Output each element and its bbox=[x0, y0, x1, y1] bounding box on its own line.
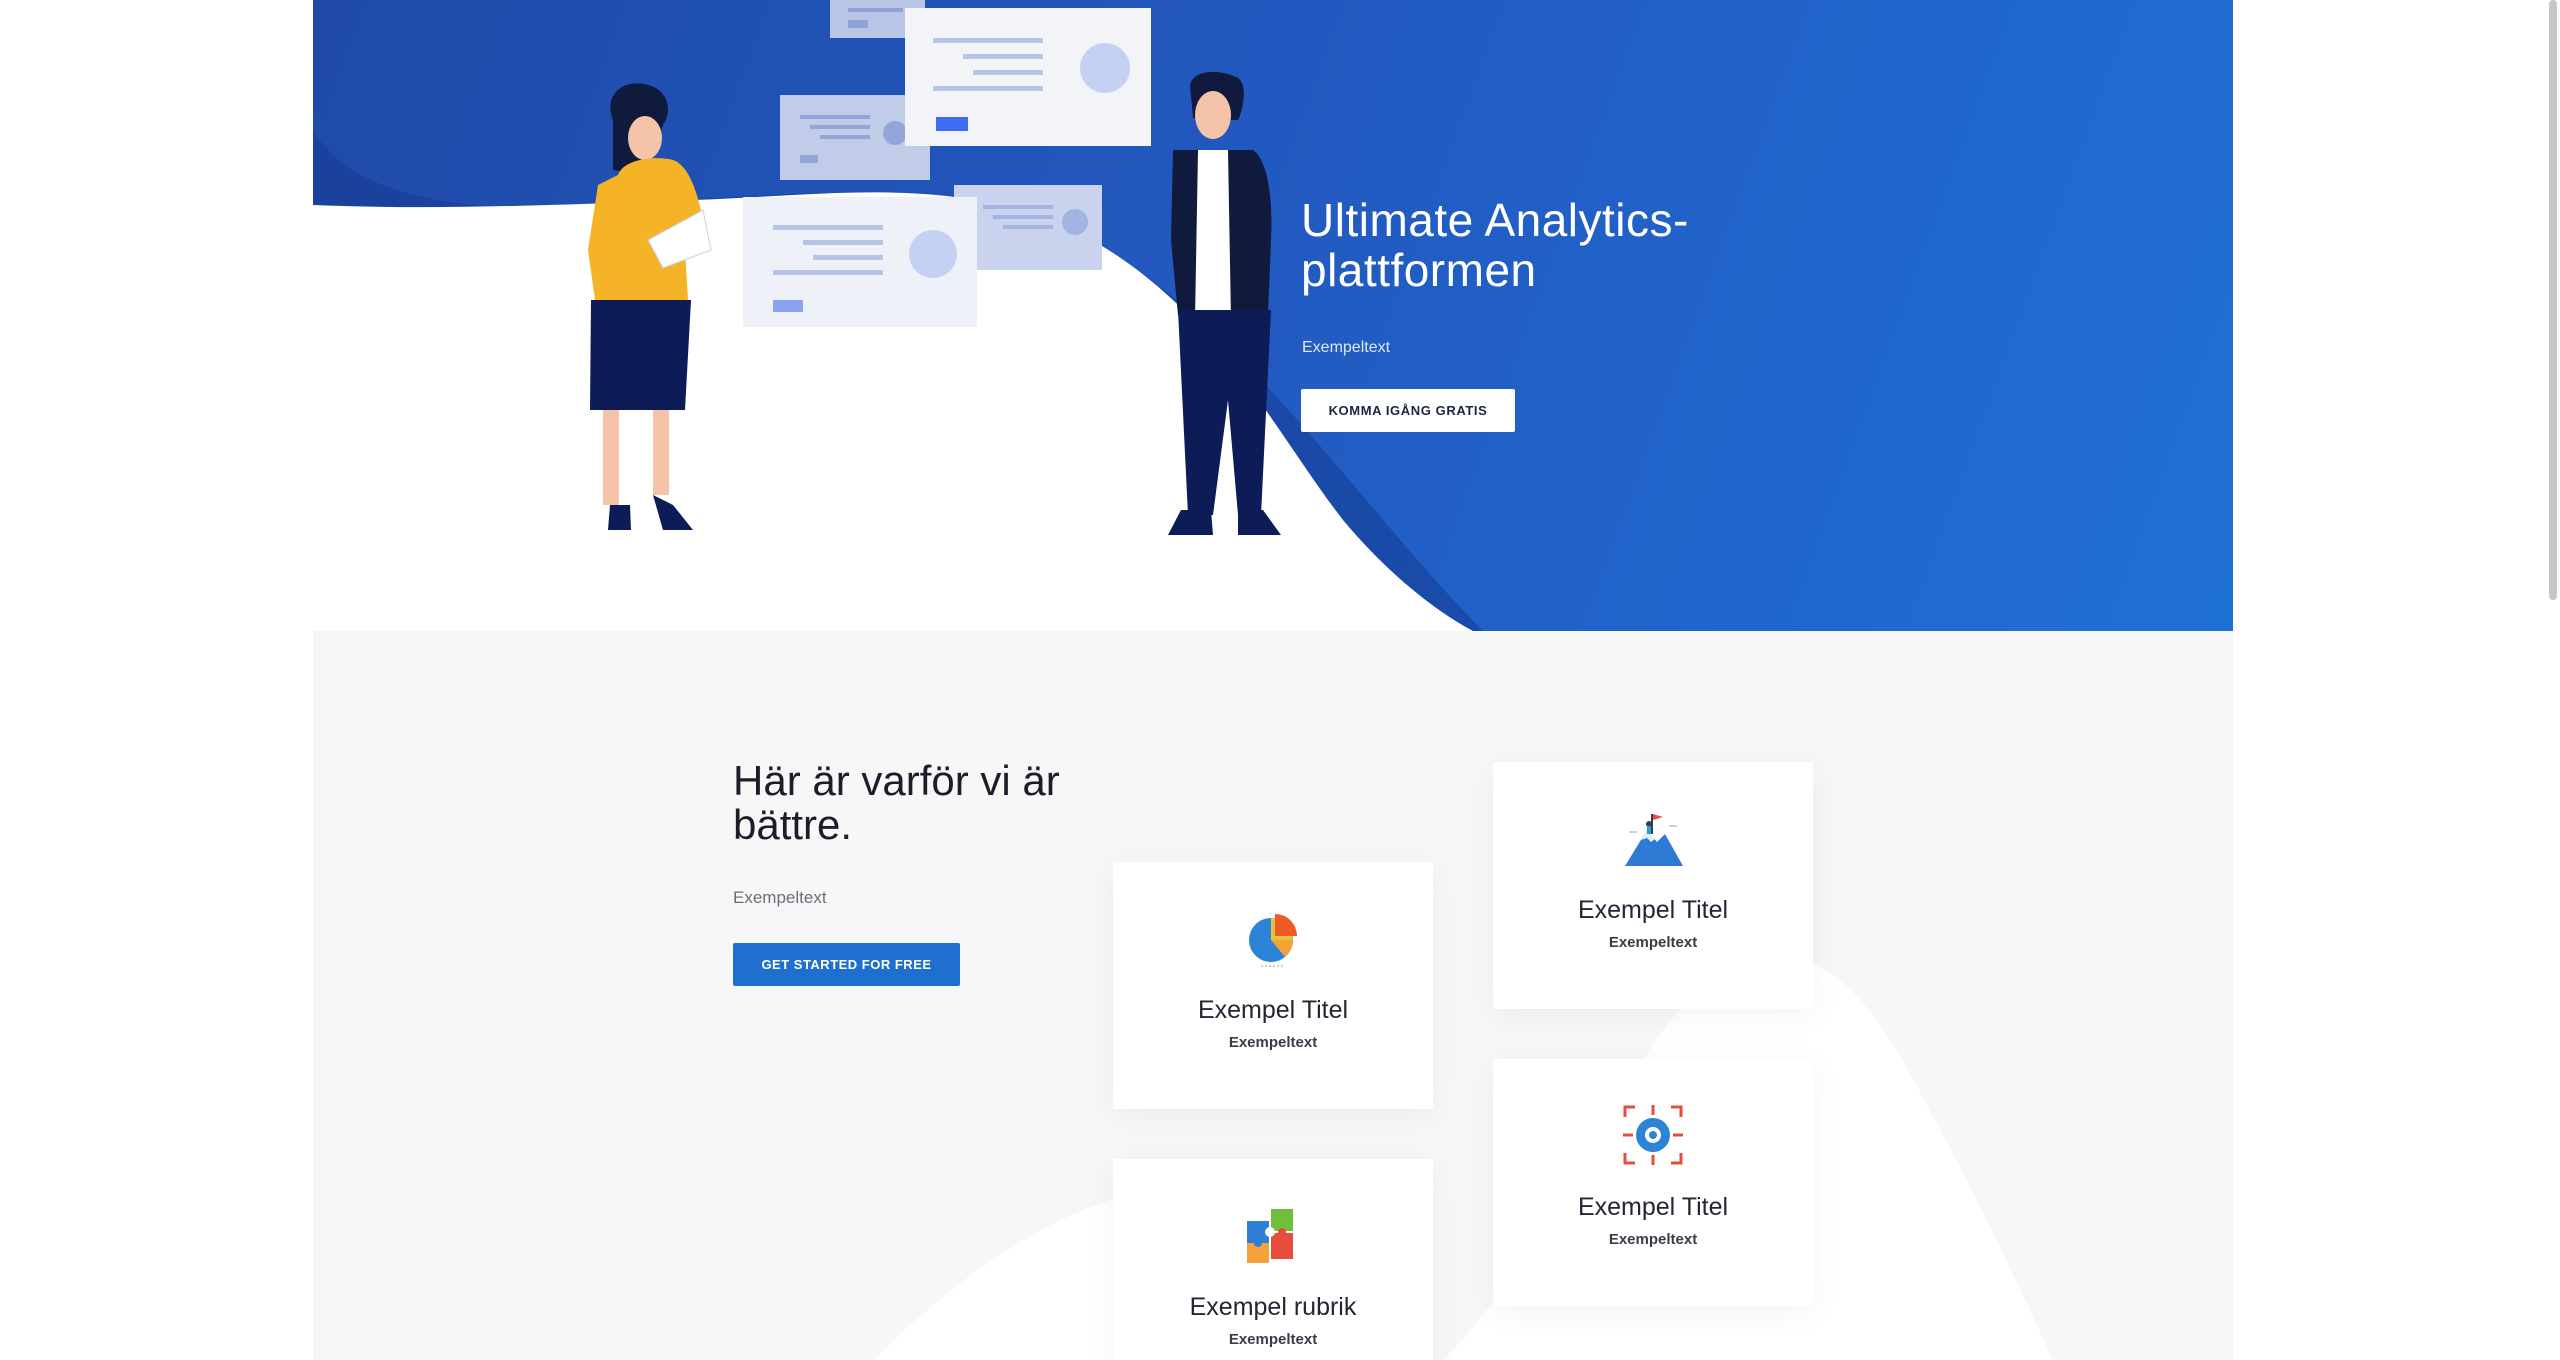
feature-card-text: Exempeltext bbox=[1228, 1034, 1318, 1051]
feature-card-title: Exempel Titel bbox=[1577, 896, 1729, 924]
man-figure bbox=[1168, 71, 1281, 535]
feature-card-text: Exempeltext bbox=[1608, 934, 1698, 951]
get-started-button[interactable]: GET STARTED FOR FREE bbox=[733, 943, 960, 986]
hero-section: Ultimate Analytics-plattformen Exempelte… bbox=[313, 0, 2233, 631]
feature-card-text: Exempeltext bbox=[1228, 1331, 1318, 1348]
feature-card: Exempel rubrik Exempeltext bbox=[1113, 1159, 1433, 1360]
hero-subtitle: Exempeltext bbox=[1302, 339, 1391, 356]
puzzle-icon bbox=[1247, 1209, 1293, 1263]
feature-card: Exempel Titel Exempeltext bbox=[1493, 1059, 1813, 1306]
features-title: Här är varför vi är bättre. bbox=[733, 757, 1060, 848]
hero-cta-button[interactable]: KOMMA IGÅNG GRATIS bbox=[1301, 389, 1515, 432]
feature-card: Exempel Titel Exempeltext bbox=[1493, 762, 1813, 1009]
feature-card-title: Exempel Titel bbox=[1577, 1193, 1729, 1221]
features-subtitle: Exempeltext bbox=[733, 888, 827, 907]
feature-card-text: Exempeltext bbox=[1608, 1231, 1698, 1248]
target-icon bbox=[1623, 1105, 1683, 1165]
scrollbar-thumb[interactable] bbox=[2549, 0, 2557, 600]
mountain-flag-icon bbox=[1625, 814, 1683, 866]
floating-card bbox=[743, 197, 977, 327]
feature-card-title: Exempel rubrik bbox=[1189, 1293, 1357, 1321]
hero-title: Ultimate Analytics-plattformen bbox=[1301, 194, 1689, 296]
people-illustration bbox=[588, 0, 1281, 535]
feature-card-title: Exempel Titel bbox=[1197, 996, 1349, 1024]
woman-figure bbox=[588, 83, 712, 530]
page-scrollbar[interactable] bbox=[2546, 0, 2560, 1360]
feature-card: Exempel Titel Exempeltext bbox=[1113, 862, 1433, 1109]
page: Ultimate Analytics-plattformen Exempelte… bbox=[313, 0, 2233, 1360]
pie-chart-icon bbox=[1249, 914, 1297, 967]
features-section: Här är varför vi är bättre. Exempeltext … bbox=[313, 631, 2233, 1360]
floating-card bbox=[905, 8, 1151, 146]
